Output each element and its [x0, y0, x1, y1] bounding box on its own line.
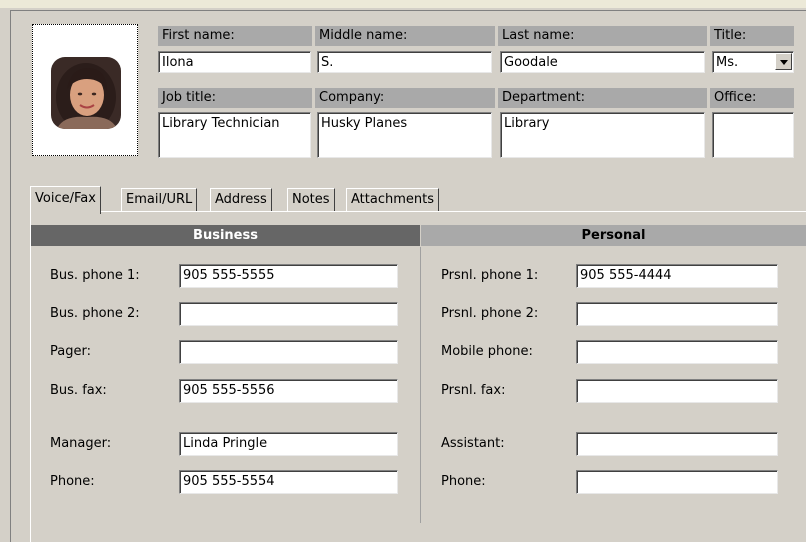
job-title-field[interactable]: Library Technician [158, 112, 311, 158]
bus-phone2-label: Bus. phone 2: [50, 306, 140, 321]
assistant-field[interactable] [576, 432, 778, 456]
contact-photo [51, 57, 121, 129]
tab-email-url[interactable]: Email/URL [121, 188, 198, 212]
pager-field[interactable] [179, 340, 398, 364]
office-label: Office: [710, 88, 794, 108]
first-name-label: First name: [158, 26, 312, 46]
tab-voice-fax[interactable]: Voice/Fax [30, 186, 101, 214]
department-field[interactable]: Library [500, 112, 705, 158]
bus-fax-field[interactable]: 905 555-5556 [179, 379, 398, 403]
middle-name-field[interactable]: S. [317, 51, 492, 73]
bus-fax-label: Bus. fax: [50, 383, 107, 398]
middle-name-label: Middle name: [315, 26, 495, 46]
manager-field[interactable]: Linda Pringle [179, 432, 398, 456]
company-label: Company: [315, 88, 495, 108]
bus-phone1-field[interactable]: 905 555-5555 [179, 264, 398, 288]
title-value: Ms. [716, 55, 739, 70]
department-label: Department: [498, 88, 707, 108]
prsnl-phone2-field[interactable] [576, 302, 778, 326]
job-title-label: Job title: [158, 88, 312, 108]
bus-phone2-field[interactable] [179, 302, 398, 326]
assistant-phone-label: Phone: [441, 474, 486, 489]
company-field[interactable]: Husky Planes [317, 112, 492, 158]
first-name-field[interactable]: Ilona [158, 51, 311, 73]
contact-photo-frame[interactable] [32, 24, 138, 156]
section-divider [420, 247, 421, 523]
title-label: Title: [710, 26, 794, 46]
window-top-strip [0, 0, 806, 8]
title-select[interactable]: Ms. [712, 51, 794, 73]
prsnl-phone1-label: Prsnl. phone 1: [441, 268, 539, 283]
chevron-down-icon[interactable] [775, 53, 792, 70]
tab-address[interactable]: Address [210, 188, 272, 212]
prsnl-phone2-label: Prsnl. phone 2: [441, 306, 539, 321]
manager-label: Manager: [50, 436, 112, 451]
personal-section-header: Personal [421, 225, 806, 246]
manager-phone-field[interactable]: 905 555-5554 [179, 470, 398, 494]
last-name-label: Last name: [498, 26, 707, 46]
office-field[interactable] [712, 112, 794, 158]
manager-phone-label: Phone: [50, 474, 95, 489]
assistant-label: Assistant: [441, 436, 505, 451]
pager-label: Pager: [50, 344, 91, 359]
last-name-field[interactable]: Goodale [500, 51, 705, 73]
prsnl-fax-label: Prsnl. fax: [441, 383, 506, 398]
tab-attachments[interactable]: Attachments [346, 188, 439, 212]
business-section-header: Business [31, 225, 420, 246]
assistant-phone-field[interactable] [576, 470, 778, 494]
bus-phone1-label: Bus. phone 1: [50, 268, 140, 283]
prsnl-fax-field[interactable] [576, 379, 778, 403]
tab-notes[interactable]: Notes [287, 188, 335, 212]
prsnl-phone1-field[interactable]: 905 555-4444 [576, 264, 778, 288]
mobile-phone-label: Mobile phone: [441, 344, 533, 359]
mobile-phone-field[interactable] [576, 340, 778, 364]
